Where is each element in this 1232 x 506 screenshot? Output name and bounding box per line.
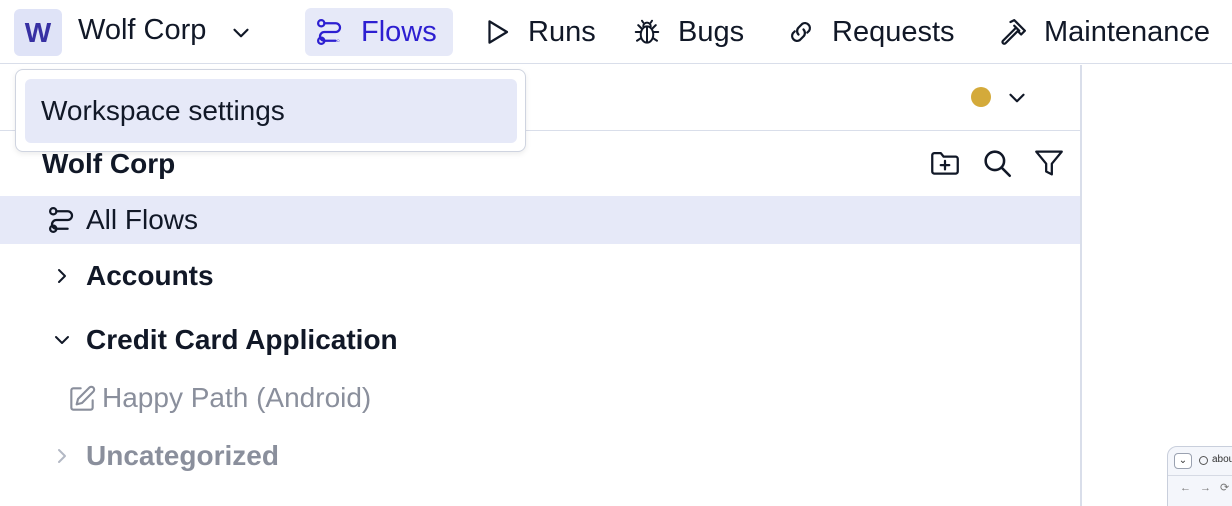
folder-label: Uncategorized [86, 440, 279, 471]
tab-maintenance-label: Maintenance [1044, 15, 1211, 48]
flows-icon [317, 19, 342, 45]
folder-accounts[interactable]: Accounts [0, 252, 1080, 300]
folder-credit-card-application[interactable]: Credit Card Application [0, 316, 1080, 364]
chevron-right-icon[interactable] [50, 264, 74, 288]
top-nav-bar: W Wolf Corp Flows Runs Bugs Requests Mai… [0, 0, 1232, 64]
browser-preview-thumbnail[interactable]: ⌄ abou ←→⟳ [1167, 446, 1232, 506]
play-icon [488, 20, 509, 44]
chevron-down-icon[interactable] [1004, 85, 1030, 111]
tab-flows[interactable]: Flows [305, 8, 453, 56]
folder-label: Credit Card Application [86, 324, 398, 355]
all-flows-item[interactable]: All Flows [0, 196, 1080, 244]
menu-item-label: Workspace settings [41, 95, 285, 126]
tab-flows-label: Flows [361, 15, 437, 48]
workspace-title: Wolf Corp [42, 148, 176, 179]
all-flows-label: All Flows [86, 204, 199, 235]
tab-requests[interactable]: Requests [786, 8, 955, 56]
workspace-avatar[interactable]: W [14, 9, 62, 56]
filter-icon[interactable] [1032, 146, 1066, 180]
divider [1168, 475, 1232, 476]
search-icon[interactable] [980, 146, 1014, 180]
chevron-down-icon[interactable] [228, 20, 254, 46]
hammer-icon [1001, 19, 1026, 45]
link-icon [791, 22, 811, 42]
folder-label: Accounts [86, 260, 214, 291]
tab-requests-label: Requests [832, 15, 955, 48]
chevron-right-icon[interactable] [50, 444, 74, 468]
new-folder-icon[interactable] [928, 146, 962, 180]
globe-icon [1199, 456, 1208, 465]
status-indicator[interactable] [971, 87, 991, 107]
workspace-name[interactable]: Wolf Corp [78, 14, 206, 47]
flow-label: Happy Path (Android) [102, 382, 372, 413]
tab-bugs-label: Bugs [678, 15, 745, 48]
flows-icon [49, 207, 74, 233]
tab-maintenance[interactable]: Maintenance [998, 8, 1210, 56]
chevron-down-icon[interactable] [50, 328, 74, 352]
edit-icon [70, 385, 96, 411]
workspace-dropdown-menu: Workspace settings [15, 69, 526, 152]
folder-uncategorized[interactable]: Uncategorized [0, 432, 1080, 480]
preview-tab-toggle: ⌄ [1174, 453, 1192, 469]
preview-url: abou [1212, 454, 1232, 465]
menu-item-workspace-settings[interactable]: Workspace settings [25, 79, 517, 143]
preview-nav-arrows: ←→⟳ [1180, 482, 1229, 494]
tab-runs[interactable]: Runs [482, 8, 596, 56]
tab-runs-label: Runs [528, 15, 596, 48]
tab-bugs[interactable]: Bugs [632, 8, 744, 56]
bug-icon [634, 19, 660, 44]
flow-happy-path-android[interactable]: Happy Path (Android) [66, 374, 666, 422]
